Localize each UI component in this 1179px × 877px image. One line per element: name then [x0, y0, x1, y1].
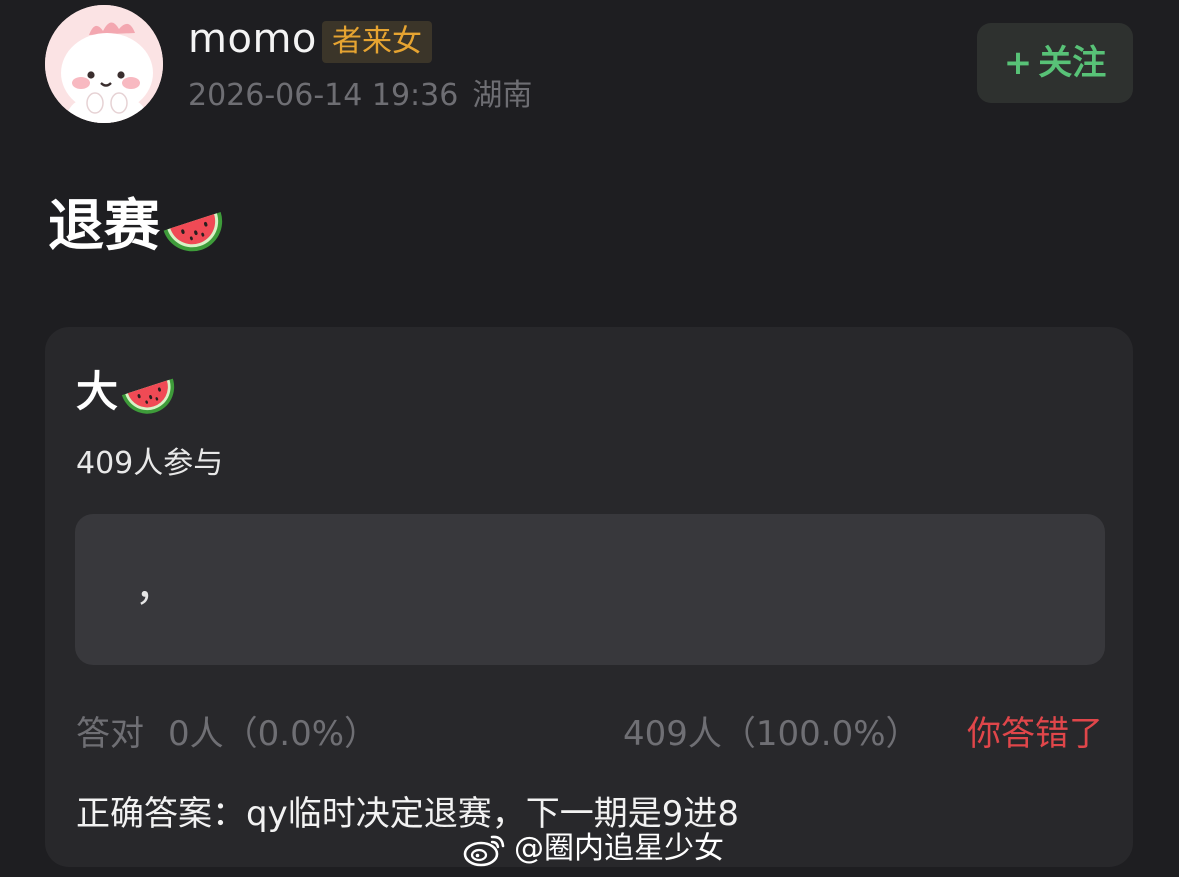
correct-stat: 答对 0人（0.0%） [76, 712, 378, 756]
watermelon-icon [121, 378, 175, 414]
avatar[interactable] [45, 5, 163, 123]
quiz-option[interactable]: ， [75, 514, 1105, 665]
watermelon-icon [163, 212, 223, 252]
wrong-count: 409人（100.0%） [623, 714, 920, 754]
correct-label: 答对 [76, 714, 144, 754]
follow-button-label: 关注 [1038, 43, 1107, 83]
quiz-question: 大 [76, 364, 180, 420]
watermark: @圈内追星少女 [462, 829, 724, 869]
follow-button[interactable]: + 关注 [977, 23, 1133, 103]
correct-count: 0人（0.0%） [168, 714, 379, 754]
post-page: momo 者来女 2026-06-14 19:36 湖南 + 关注 退赛 大 4… [0, 0, 1179, 877]
quiz-question-text: 大 [76, 367, 119, 416]
username[interactable]: momo [188, 14, 317, 64]
quiz-option-text: ， [135, 564, 175, 610]
plus-icon: + [1003, 43, 1033, 83]
post-text: 退赛 [48, 192, 228, 262]
post-text-content: 退赛 [48, 194, 160, 259]
post-location: 湖南 [472, 78, 533, 113]
post-timestamp: 2026-06-14 19:36 [188, 78, 459, 113]
user-badge: 者来女 [322, 21, 432, 63]
wrong-result-label: 你答错了 [967, 714, 1103, 754]
quiz-card: 大 409人参与 ， 答对 0人（0.0%） 409人（100.0%） 你答错了… [45, 327, 1133, 867]
participant-count: 409人参与 [76, 446, 224, 481]
watermark-text: @圈内追星少女 [514, 831, 724, 866]
cartoon-dinosaur-avatar-icon [45, 5, 163, 123]
post-meta: 2026-06-14 19:36 湖南 [188, 76, 532, 116]
weibo-logo-icon [463, 835, 505, 867]
